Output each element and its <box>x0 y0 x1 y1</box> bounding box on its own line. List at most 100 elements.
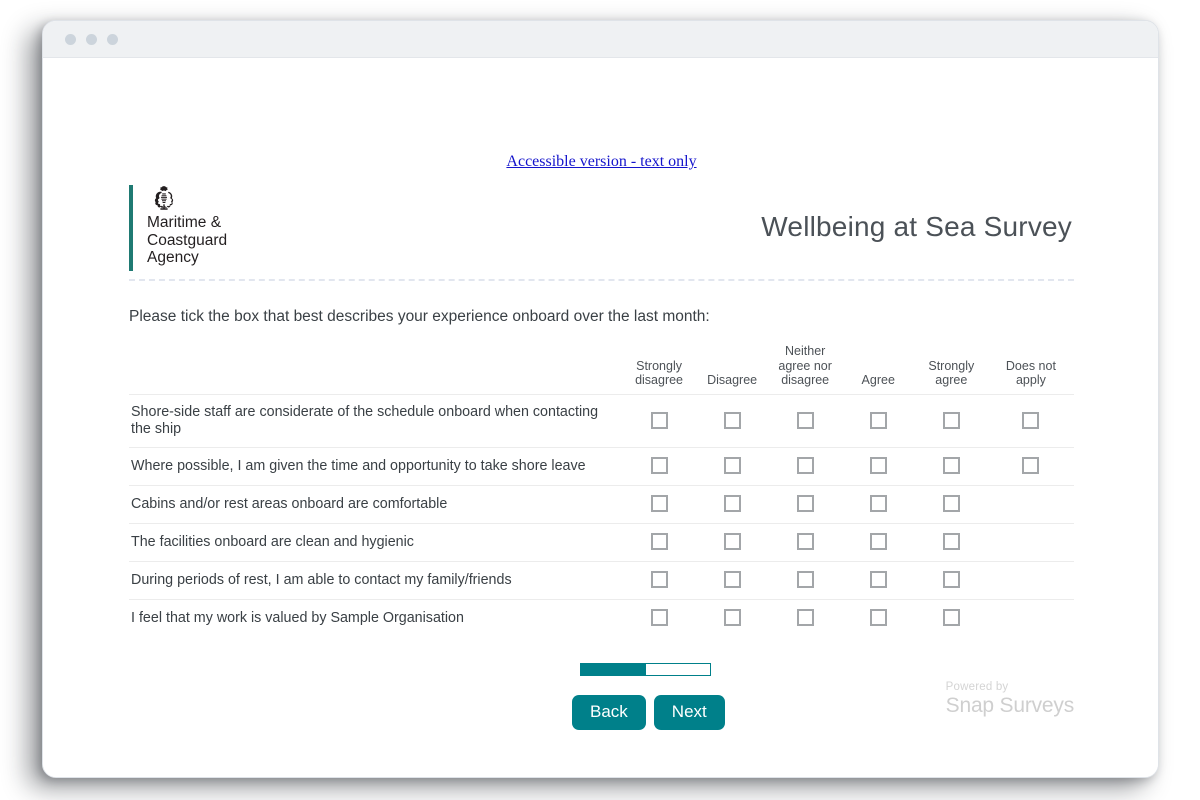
answer-checkbox[interactable] <box>651 412 668 429</box>
table-row: Cabins and/or rest areas onboard are com… <box>129 485 1074 523</box>
navigation-buttons: Back Next <box>572 695 725 730</box>
back-button[interactable]: Back <box>572 695 646 730</box>
window-maximize-dot[interactable] <box>107 34 118 45</box>
answer-checkbox[interactable] <box>724 609 741 626</box>
grid-header-question <box>129 344 623 394</box>
checkbox-cell[interactable] <box>623 523 696 561</box>
answer-checkbox[interactable] <box>724 495 741 512</box>
checkbox-cell[interactable] <box>623 561 696 599</box>
checkbox-cell[interactable] <box>769 394 842 447</box>
answer-checkbox[interactable] <box>651 495 668 512</box>
checkbox-cell[interactable] <box>915 561 988 599</box>
screenshot-root: Accessible version - text only <box>0 0 1200 800</box>
answer-checkbox[interactable] <box>724 457 741 474</box>
likert-grid: Strongly disagree Disagree Neither agree… <box>129 344 1074 637</box>
checkbox-cell[interactable] <box>769 599 842 637</box>
answer-checkbox[interactable] <box>724 412 741 429</box>
instruction-text: Please tick the box that best describes … <box>129 308 1074 326</box>
answer-checkbox[interactable] <box>797 412 814 429</box>
window-minimize-dot[interactable] <box>86 34 97 45</box>
answer-checkbox[interactable] <box>797 533 814 550</box>
answer-checkbox[interactable] <box>943 609 960 626</box>
snap-surveys-logo: Powered by Snap Surveys <box>946 681 1074 717</box>
column-header-disagree: Disagree <box>696 344 769 394</box>
checkbox-cell[interactable] <box>696 447 769 485</box>
answer-checkbox[interactable] <box>870 495 887 512</box>
checkbox-cell[interactable] <box>915 485 988 523</box>
answer-checkbox[interactable] <box>870 412 887 429</box>
checkbox-cell[interactable] <box>915 599 988 637</box>
column-header-strongly-disagree: Strongly disagree <box>623 344 696 394</box>
question-label: Where possible, I am given the time and … <box>129 447 623 485</box>
checkbox-cell[interactable] <box>842 394 915 447</box>
accessible-version-row: Accessible version - text only <box>129 58 1074 171</box>
survey-header: Maritime & Coastguard Agency Wellbeing a… <box>129 185 1074 277</box>
checkbox-cell[interactable] <box>915 447 988 485</box>
checkbox-cell[interactable] <box>769 523 842 561</box>
table-row: During periods of rest, I am able to con… <box>129 561 1074 599</box>
checkbox-cell[interactable] <box>842 523 915 561</box>
table-row: I feel that my work is valued by Sample … <box>129 599 1074 637</box>
column-header-neither: Neither agree nor disagree <box>769 344 842 394</box>
column-header-does-not-apply: Does not apply <box>988 344 1074 394</box>
checkbox-cell[interactable] <box>623 599 696 637</box>
question-label: The facilities onboard are clean and hyg… <box>129 523 623 561</box>
accessible-version-link[interactable]: Accessible version - text only <box>506 153 696 170</box>
answer-checkbox[interactable] <box>943 571 960 588</box>
grid-body: Shore-side staff are considerate of the … <box>129 394 1074 637</box>
column-header-strongly-agree: Strongly agree <box>915 344 988 394</box>
answer-checkbox[interactable] <box>1022 457 1039 474</box>
checkbox-cell[interactable] <box>769 447 842 485</box>
answer-checkbox[interactable] <box>797 609 814 626</box>
answer-checkbox[interactable] <box>870 609 887 626</box>
answer-checkbox[interactable] <box>797 457 814 474</box>
answer-checkbox[interactable] <box>943 495 960 512</box>
checkbox-cell[interactable] <box>623 394 696 447</box>
answer-checkbox[interactable] <box>870 571 887 588</box>
checkbox-cell[interactable] <box>915 394 988 447</box>
checkbox-cell[interactable] <box>696 523 769 561</box>
answer-checkbox[interactable] <box>870 457 887 474</box>
answer-checkbox[interactable] <box>651 457 668 474</box>
empty-cell <box>988 599 1074 637</box>
royal-crest-icon <box>149 185 179 211</box>
checkbox-cell[interactable] <box>842 561 915 599</box>
checkbox-cell[interactable] <box>696 394 769 447</box>
table-row: Shore-side staff are considerate of the … <box>129 394 1074 447</box>
checkbox-cell[interactable] <box>988 447 1074 485</box>
mca-logo: Maritime & Coastguard Agency <box>129 185 227 271</box>
mca-logo-text: Maritime & Coastguard Agency <box>147 214 227 267</box>
answer-checkbox[interactable] <box>943 412 960 429</box>
checkbox-cell[interactable] <box>842 599 915 637</box>
checkbox-cell[interactable] <box>696 561 769 599</box>
checkbox-cell[interactable] <box>842 447 915 485</box>
answer-checkbox[interactable] <box>870 533 887 550</box>
answer-checkbox[interactable] <box>724 533 741 550</box>
checkbox-cell[interactable] <box>623 447 696 485</box>
window-close-dot[interactable] <box>65 34 76 45</box>
answer-checkbox[interactable] <box>797 495 814 512</box>
answer-checkbox[interactable] <box>943 533 960 550</box>
checkbox-cell[interactable] <box>988 394 1074 447</box>
checkbox-cell[interactable] <box>696 599 769 637</box>
snap-surveys-name: Snap Surveys <box>946 694 1074 717</box>
answer-checkbox[interactable] <box>797 571 814 588</box>
checkbox-cell[interactable] <box>769 485 842 523</box>
next-button[interactable]: Next <box>654 695 725 730</box>
answer-checkbox[interactable] <box>651 533 668 550</box>
answer-checkbox[interactable] <box>651 609 668 626</box>
answer-checkbox[interactable] <box>651 571 668 588</box>
window-controls[interactable] <box>65 34 118 45</box>
table-row: Where possible, I am given the time and … <box>129 447 1074 485</box>
answer-checkbox[interactable] <box>943 457 960 474</box>
answer-checkbox[interactable] <box>1022 412 1039 429</box>
checkbox-cell[interactable] <box>842 485 915 523</box>
answer-checkbox[interactable] <box>724 571 741 588</box>
checkbox-cell[interactable] <box>623 485 696 523</box>
checkbox-cell[interactable] <box>915 523 988 561</box>
progress-bar-fill <box>581 664 646 675</box>
survey-form: Accessible version - text only <box>129 58 1074 755</box>
table-row: The facilities onboard are clean and hyg… <box>129 523 1074 561</box>
checkbox-cell[interactable] <box>769 561 842 599</box>
checkbox-cell[interactable] <box>696 485 769 523</box>
